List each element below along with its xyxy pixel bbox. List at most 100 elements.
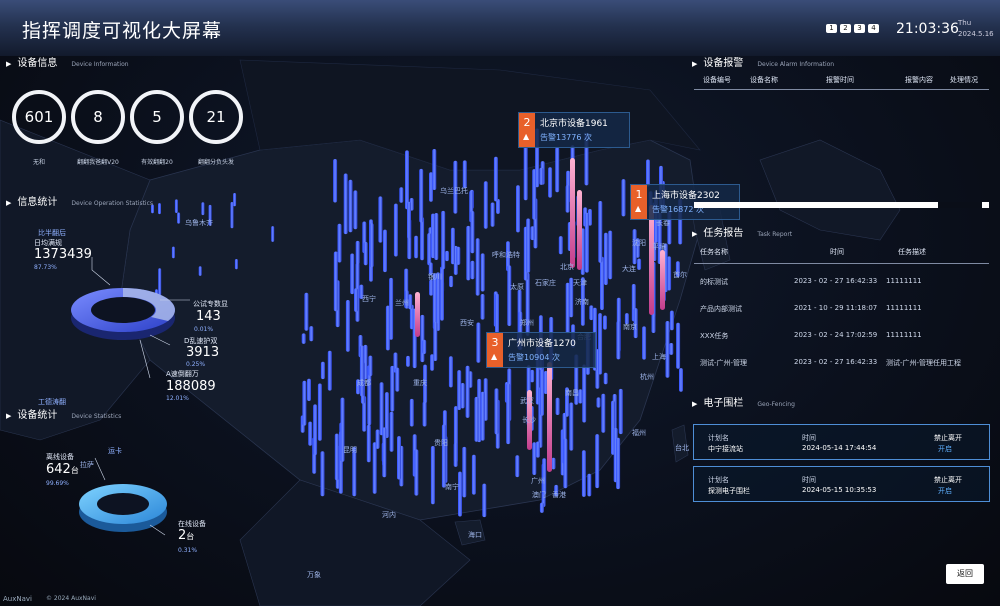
task-cell-time: 2023 - 02 - 24 17:02:59 (794, 331, 878, 339)
city-label: 西安 (460, 319, 474, 327)
stat-tag: 运卡 (108, 447, 122, 455)
fence-card[interactable]: 计划名 探测电子围栏 时间 2024-05-15 10:35:53 禁止离开 开… (693, 466, 990, 502)
highlight-bar (577, 190, 582, 270)
stat-title: 离线设备 (46, 453, 74, 461)
play-arrow-icon: ▶ (692, 230, 698, 238)
device-bar (458, 471, 462, 517)
city-label: 海口 (468, 531, 482, 539)
city-label: 呼和浩特 (492, 251, 520, 259)
device-bar (389, 277, 394, 340)
device-bar (450, 227, 455, 265)
alarm-header-cell: 设备名称 (750, 76, 778, 84)
device-bar (555, 147, 560, 193)
play-arrow-icon: ▶ (6, 60, 12, 68)
date: 2024.5.16 (958, 30, 994, 38)
screen-button-3[interactable]: 3 (854, 24, 865, 33)
section-fence: ▶ 电子围栏 Geo-Fencing (692, 394, 795, 409)
device-bar (603, 315, 607, 330)
screen-button-2[interactable]: 2 (840, 24, 851, 33)
device-bar (462, 160, 467, 189)
footer-logo: AuxNavi (3, 595, 32, 603)
device-bar (441, 210, 446, 270)
highlight-bar (415, 292, 420, 337)
device-bar (350, 253, 355, 295)
device-bar (333, 251, 338, 312)
device-bar (535, 441, 540, 458)
flame-icon: ▲ (491, 352, 498, 361)
city-label: 杭州 (640, 373, 654, 381)
callout-beijing[interactable]: 2 ▲ 北京市设备1961 告警13776 次 (518, 112, 630, 148)
device-bar (233, 193, 237, 207)
device-bar (407, 201, 411, 239)
scrollbar-thumb[interactable] (938, 202, 982, 208)
callout-name: 上海市设备2302 (652, 191, 720, 201)
device-bar (419, 168, 424, 223)
flame-icon: ▲ (635, 204, 642, 213)
horizontal-scrollbar[interactable] (694, 202, 989, 208)
device-bar (422, 401, 427, 427)
task-cell-name: 测试-广州-管理 (700, 359, 748, 367)
device-bar (320, 451, 325, 497)
device-bar (471, 454, 476, 495)
city-label: 昆明 (343, 446, 357, 454)
device-bar (603, 232, 608, 285)
device-bar (480, 253, 485, 292)
fence-time: 2024-05-15 10:35:53 (802, 486, 877, 494)
city-label: 武汉 (520, 397, 534, 405)
stat-percent: 0.01% (194, 326, 214, 333)
stat-circle: 5 (130, 90, 184, 144)
device-bar (372, 442, 377, 494)
section-tasks: ▶ 任务报告 Task Report (692, 224, 792, 239)
device-bar (448, 356, 453, 388)
callout-rank: 2 (519, 113, 535, 147)
device-bar (669, 310, 674, 331)
task-cell-name: 的标测试 (700, 278, 728, 286)
device-bar (427, 233, 432, 266)
fence-card[interactable]: 计划名 中宁接流站 时间 2024-05-14 17:44:54 禁止离开 开启 (693, 424, 990, 460)
callout-name: 广州市设备1270 (508, 339, 576, 349)
device-bar (308, 421, 313, 446)
device-bar (309, 326, 314, 342)
device-bar (201, 202, 205, 216)
device-bar (334, 433, 339, 481)
device-bar (382, 427, 387, 478)
task-header-cell: 任务描述 (898, 248, 926, 256)
section-subtitle: Geo-Fencing (757, 401, 795, 408)
back-button[interactable]: 返回 (946, 564, 984, 584)
device-bar (539, 502, 544, 513)
device-bar (171, 246, 175, 259)
highlight-bar (547, 362, 552, 472)
device-bar (466, 225, 471, 281)
screen-button-4[interactable]: 4 (868, 24, 879, 33)
device-bar (601, 393, 606, 433)
section-subtitle: Task Report (757, 231, 793, 238)
city-label: 澳门 (532, 491, 546, 499)
section-device-stats: ▶ 设备统计 Device Statistics (6, 406, 121, 421)
section-subtitle: Device Alarm Information (757, 61, 835, 68)
callout-guangzhou[interactable]: 3 ▲ 广州市设备1270 告警10904 次 (486, 332, 596, 368)
stat-percent: 0.25% (186, 361, 206, 368)
play-arrow-icon: ▶ (6, 199, 12, 207)
divider (694, 89, 989, 90)
play-arrow-icon: ▶ (6, 412, 12, 420)
device-bar (476, 322, 481, 363)
city-label: 乌鲁木齐 (185, 219, 213, 227)
device-bar (603, 372, 608, 385)
city-label: 兰州 (395, 299, 409, 307)
fence-plan-label: 计划名 (708, 434, 729, 442)
section-title: 设备统计 (17, 410, 58, 421)
device-bar (596, 397, 601, 408)
flame-icon: ▲ (523, 132, 530, 141)
stat-value: 188089 (166, 379, 216, 394)
device-bar (637, 258, 642, 270)
device-bar (420, 314, 425, 363)
task-header-cell: 任务名称 (700, 248, 728, 256)
device-bar (548, 167, 553, 198)
device-bar (393, 203, 398, 257)
section-title: 信息统计 (17, 197, 58, 208)
city-label: 南昌 (565, 389, 579, 397)
city-label: 石家庄 (535, 279, 556, 287)
task-cell-desc: 11111111 (886, 304, 922, 312)
screen-button-1[interactable]: 1 (826, 24, 837, 33)
clock: 21:03:36 (896, 21, 959, 37)
